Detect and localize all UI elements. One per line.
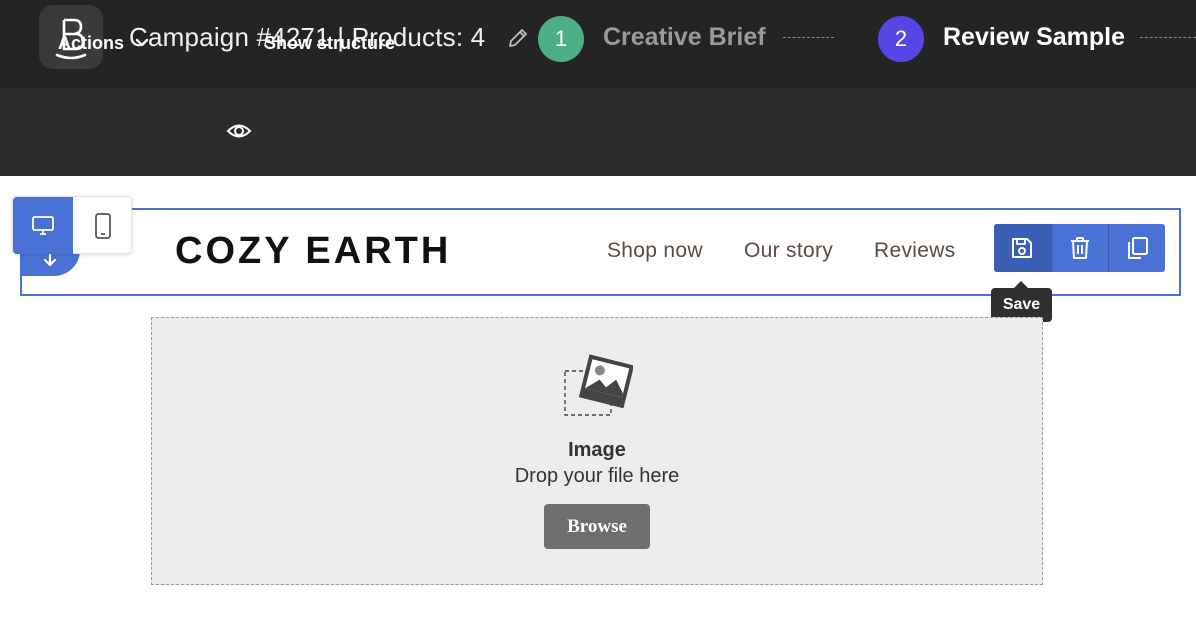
block-toolbar <box>994 224 1165 272</box>
nav-link-reviews[interactable]: Reviews <box>874 239 955 263</box>
eye-icon[interactable] <box>226 120 252 147</box>
duplicate-button[interactable] <box>1108 224 1165 272</box>
image-placeholder-icon <box>563 353 635 422</box>
pencil-icon[interactable] <box>506 26 530 50</box>
nav-link-shop-now[interactable]: Shop now <box>607 239 703 263</box>
monitor-icon <box>32 216 54 235</box>
dropzone-subtitle: Drop your file here <box>514 465 680 487</box>
step-connector <box>783 37 834 38</box>
browse-button[interactable]: Browse <box>544 504 650 549</box>
actions-label: Actions <box>58 33 125 53</box>
phone-icon <box>95 213 111 239</box>
show-structure-button[interactable]: Show structure <box>264 33 395 54</box>
trash-icon <box>1071 237 1089 259</box>
chevron-down-icon <box>134 35 150 56</box>
email-brand-logo: COZY EARTH <box>175 230 452 272</box>
save-button[interactable] <box>994 224 1051 272</box>
nav-link-our-story[interactable]: Our story <box>744 239 833 263</box>
step-connector <box>1140 37 1196 38</box>
image-dropzone[interactable]: Image Drop your file here Browse <box>151 317 1043 585</box>
step-2-badge[interactable]: 2 <box>878 16 924 62</box>
save-icon <box>1012 238 1032 258</box>
actions-menu-button[interactable]: Actions <box>58 33 149 54</box>
mobile-view-button[interactable] <box>73 197 132 254</box>
editor-toolbar <box>0 88 1196 176</box>
copy-icon <box>1128 237 1148 259</box>
dropzone-title: Image <box>568 439 626 461</box>
top-header: Campaign #4271 | Products: 4 1 Creative … <box>0 0 1196 88</box>
step-1-label[interactable]: Creative Brief <box>603 23 766 52</box>
step-2-label[interactable]: Review Sample <box>943 23 1125 52</box>
desktop-view-button[interactable] <box>13 197 73 254</box>
step-1-badge[interactable]: 1 <box>538 16 584 62</box>
delete-button[interactable] <box>1051 224 1108 272</box>
device-switcher <box>12 196 132 254</box>
